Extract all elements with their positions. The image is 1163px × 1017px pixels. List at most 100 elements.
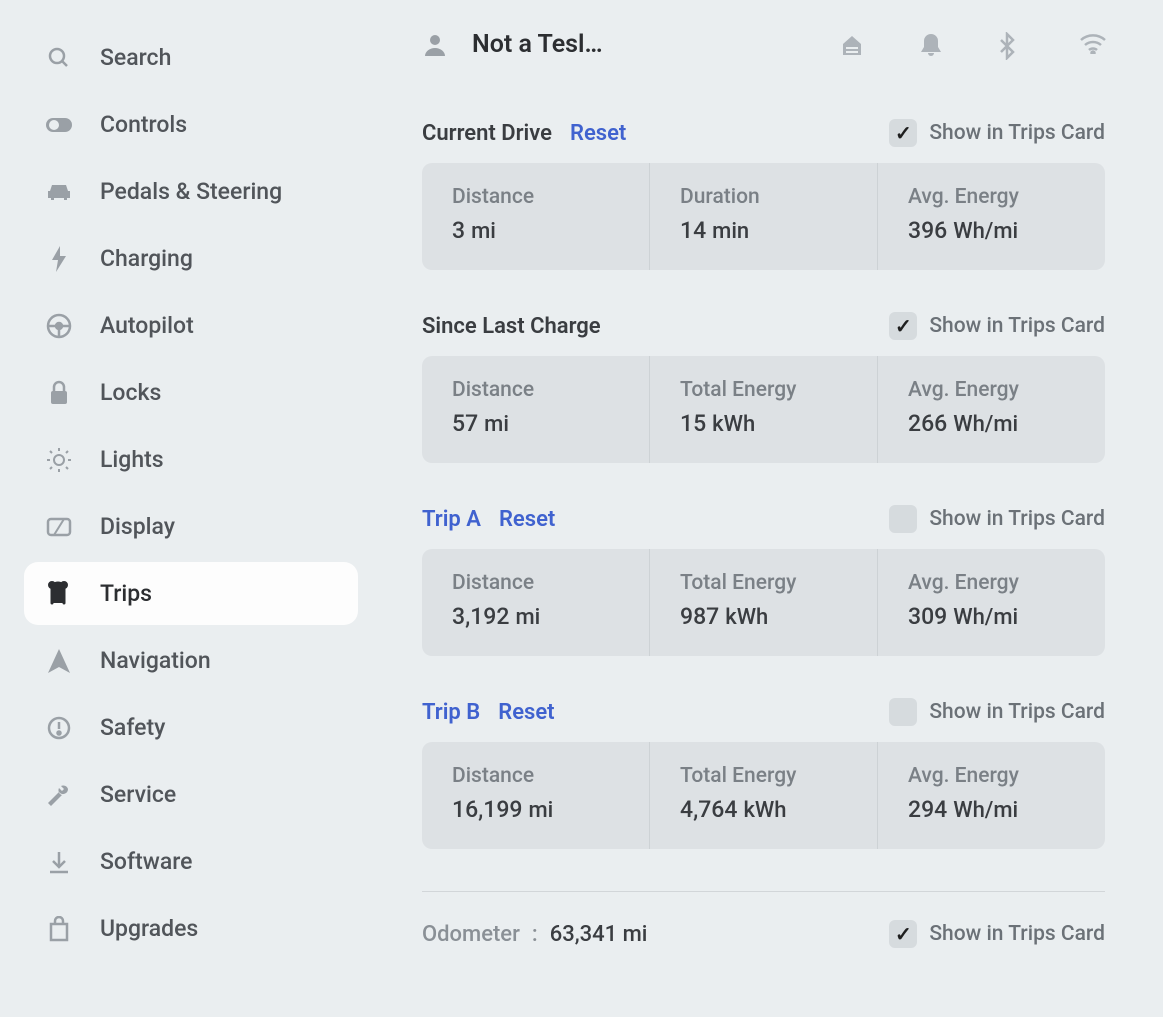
sidebar-item-label: Service (100, 781, 176, 808)
metric-value: 3,192 (452, 603, 509, 630)
sidebar-item-display[interactable]: Display (24, 495, 358, 558)
sidebar-item-charging[interactable]: Charging (24, 227, 358, 290)
metric-value: 16,199 (452, 796, 523, 823)
metric-total-energy: Total Energy 4,764 kWh (650, 742, 878, 849)
metric-total-energy: Total Energy 15 kWh (650, 356, 878, 463)
user-icon (422, 32, 448, 58)
metric-distance: Distance 3,192 mi (422, 549, 650, 656)
section-header: Since Last Charge Show in Trips Card (422, 312, 1105, 340)
sidebar-item-label: Display (100, 513, 175, 540)
show-in-trips-toggle[interactable]: Show in Trips Card (889, 505, 1105, 533)
metric-label: Distance (452, 185, 619, 209)
metric-unit: mi (529, 798, 554, 823)
sidebar-item-safety[interactable]: Safety (24, 696, 358, 759)
bell-icon[interactable] (919, 32, 945, 58)
search-icon (46, 45, 72, 71)
show-label: Show in Trips Card (929, 922, 1105, 946)
sidebar-item-navigation[interactable]: Navigation (24, 629, 358, 692)
odometer: Odometer : 63,341 mi (422, 922, 647, 947)
metric-value: 3 (452, 217, 465, 244)
homelink-icon[interactable] (839, 32, 865, 58)
metric-avg-energy: Avg. Energy 266 Wh/mi (878, 356, 1105, 463)
metric-value: 57 (452, 410, 478, 437)
metric-avg-energy: Avg. Energy 294 Wh/mi (878, 742, 1105, 849)
checkbox-icon[interactable] (889, 698, 917, 726)
sidebar-item-label: Pedals & Steering (100, 178, 282, 205)
reset-button[interactable]: Reset (570, 121, 626, 146)
section-title[interactable]: Trip B (422, 700, 480, 725)
checkbox-icon[interactable] (889, 920, 917, 948)
metric-avg-energy: Avg. Energy 309 Wh/mi (878, 549, 1105, 656)
sidebar: Search Controls Pedals & Steering Chargi… (0, 0, 370, 1017)
metrics-card: Distance 3 mi Duration 14 min Avg. Energ… (422, 163, 1105, 270)
odometer-colon: : (532, 922, 538, 947)
metric-distance: Distance 3 mi (422, 163, 650, 270)
metric-total-energy: Total Energy 987 kWh (650, 549, 878, 656)
sidebar-item-search[interactable]: Search (24, 26, 358, 89)
sidebar-item-label: Search (100, 44, 171, 71)
metric-label: Avg. Energy (908, 764, 1075, 788)
metric-duration: Duration 14 min (650, 163, 878, 270)
metrics-card: Distance 16,199 mi Total Energy 4,764 kW… (422, 742, 1105, 849)
reset-button[interactable]: Reset (499, 507, 555, 532)
section-title: Current Drive (422, 121, 552, 146)
topbar: Not a Tesl… (422, 30, 1105, 59)
sidebar-item-lights[interactable]: Lights (24, 428, 358, 491)
metric-unit: min (712, 219, 749, 244)
metric-distance: Distance 57 mi (422, 356, 650, 463)
metric-value: 987 (680, 603, 719, 630)
sidebar-item-controls[interactable]: Controls (24, 93, 358, 156)
metric-unit: kWh (743, 798, 786, 823)
section-header: Current Drive Reset Show in Trips Card (422, 119, 1105, 147)
sidebar-item-label: Controls (100, 111, 187, 138)
show-label: Show in Trips Card (929, 700, 1105, 724)
navigation-icon (46, 648, 72, 674)
reset-button[interactable]: Reset (498, 700, 554, 725)
wrench-icon (46, 782, 72, 808)
metric-value: 14 (680, 217, 706, 244)
metric-label: Duration (680, 185, 847, 209)
trips-icon (46, 581, 72, 607)
sidebar-item-locks[interactable]: Locks (24, 361, 358, 424)
sidebar-item-upgrades[interactable]: Upgrades (24, 897, 358, 960)
sidebar-item-label: Lights (100, 446, 164, 473)
topbar-user[interactable]: Not a Tesl… (422, 30, 603, 59)
show-in-trips-toggle[interactable]: Show in Trips Card (889, 119, 1105, 147)
sidebar-item-label: Autopilot (100, 312, 194, 339)
light-icon (46, 447, 72, 473)
metric-label: Total Energy (680, 378, 847, 402)
section-title[interactable]: Trip A (422, 507, 481, 532)
sidebar-item-pedals-steering[interactable]: Pedals & Steering (24, 160, 358, 223)
section-current-drive: Current Drive Reset Show in Trips Card D… (422, 119, 1105, 270)
metric-value: 4,764 (680, 796, 737, 823)
wifi-icon[interactable] (1079, 32, 1105, 58)
metric-unit: Wh/mi (953, 798, 1018, 823)
metric-unit: mi (471, 219, 496, 244)
metric-unit: kWh (725, 605, 768, 630)
show-in-trips-toggle[interactable]: Show in Trips Card (889, 920, 1105, 948)
sidebar-item-label: Charging (100, 245, 193, 272)
metric-unit: mi (515, 605, 540, 630)
bluetooth-icon[interactable] (999, 32, 1025, 58)
show-in-trips-toggle[interactable]: Show in Trips Card (889, 698, 1105, 726)
section-title: Since Last Charge (422, 314, 601, 339)
metric-value: 15 (680, 410, 706, 437)
sidebar-item-trips[interactable]: Trips (24, 562, 358, 625)
metric-distance: Distance 16,199 mi (422, 742, 650, 849)
bag-icon (46, 916, 72, 942)
metric-value: 294 (908, 796, 947, 823)
sidebar-item-service[interactable]: Service (24, 763, 358, 826)
sidebar-item-label: Locks (100, 379, 161, 406)
sidebar-item-software[interactable]: Software (24, 830, 358, 893)
checkbox-icon[interactable] (889, 312, 917, 340)
metric-label: Total Energy (680, 571, 847, 595)
checkbox-icon[interactable] (889, 505, 917, 533)
section-trip-b: Trip B Reset Show in Trips Card Distance… (422, 698, 1105, 849)
metric-value: 309 (908, 603, 947, 630)
topbar-icons (839, 32, 1105, 58)
sidebar-item-autopilot[interactable]: Autopilot (24, 294, 358, 357)
show-in-trips-toggle[interactable]: Show in Trips Card (889, 312, 1105, 340)
show-label: Show in Trips Card (929, 507, 1105, 531)
checkbox-icon[interactable] (889, 119, 917, 147)
metric-label: Distance (452, 571, 619, 595)
